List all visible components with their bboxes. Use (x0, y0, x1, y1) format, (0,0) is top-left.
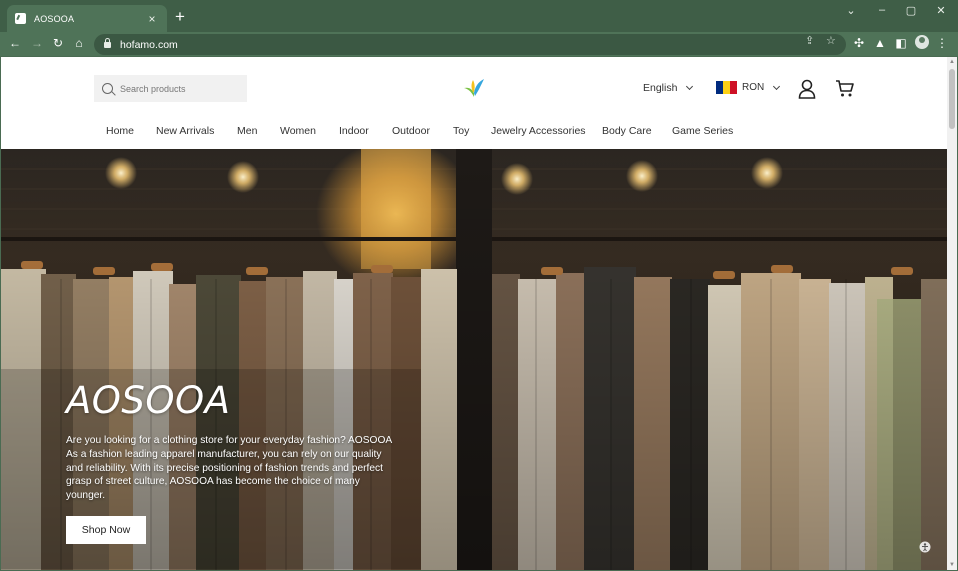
accessibility-icon[interactable] (919, 541, 931, 553)
nav-item-indoor[interactable]: Indoor (339, 125, 369, 137)
scrollbar-thumb[interactable] (949, 69, 955, 129)
browser-tab-strip: AOSOOA × + ⌄ – ▢ ✕ (0, 0, 958, 32)
account-user-icon[interactable] (798, 79, 816, 99)
site-logo[interactable] (463, 77, 485, 99)
nav-item-new-arrivals[interactable]: New Arrivals (156, 125, 214, 137)
nav-item-game-series[interactable]: Game Series (672, 125, 733, 137)
reload-icon[interactable]: ↻ (51, 36, 65, 50)
browser-menu-icon[interactable]: ⋮ (935, 36, 949, 50)
tab-search-chevron-icon[interactable]: ⌄ (844, 4, 858, 17)
nav-item-women[interactable]: Women (280, 125, 316, 137)
address-url: hofamo.com (120, 38, 178, 51)
hero-description: Are you looking for a clothing store for… (66, 435, 392, 502)
new-tab-button[interactable]: + (172, 8, 188, 25)
forward-icon[interactable]: → (30, 36, 44, 50)
search-icon (102, 83, 113, 94)
scroll-up-icon[interactable]: ▲ (949, 59, 955, 65)
site-favicon-icon (15, 13, 26, 24)
nav-item-men[interactable]: Men (237, 125, 257, 137)
bookmark-star-icon[interactable]: ☆ (826, 34, 836, 47)
chevron-down-icon (686, 82, 694, 91)
lock-icon (104, 37, 111, 48)
browser-toolbar: ← → ↻ ⌂ hofamo.com ⇪ ☆ ✣ ▲ ◧ ⋮ (0, 32, 958, 56)
extensions-puzzle-icon[interactable]: ✣ (852, 36, 866, 50)
shopping-cart-icon[interactable] (835, 79, 854, 98)
home-icon[interactable]: ⌂ (72, 36, 86, 50)
tab-title: AOSOOA (34, 13, 75, 24)
shop-now-button[interactable]: Shop Now (66, 516, 146, 544)
romania-flag-icon (716, 81, 737, 94)
page-viewport: English RON Home New Arrivals Men Women … (1, 57, 947, 570)
share-icon[interactable]: ⇪ (805, 34, 814, 47)
minimize-window-icon[interactable]: – (875, 4, 889, 16)
currency-label: RON (742, 82, 765, 93)
search-input[interactable] (120, 83, 240, 94)
profile-avatar-icon[interactable] (915, 35, 929, 49)
close-window-icon[interactable]: ✕ (934, 4, 948, 17)
hero-banner: AOSOOA Are you looking for a clothing st… (1, 149, 947, 570)
nav-item-toy[interactable]: Toy (453, 125, 469, 137)
side-panel-icon[interactable]: ◧ (894, 36, 908, 50)
close-tab-icon[interactable]: × (145, 12, 159, 26)
language-selector[interactable]: English (643, 82, 694, 94)
hero-title: AOSOOA (66, 379, 231, 422)
nav-item-jewelry-accessories[interactable]: Jewelry Accessories (491, 125, 586, 137)
labs-flask-icon[interactable]: ▲ (873, 36, 887, 50)
browser-tab[interactable]: AOSOOA × (7, 5, 167, 32)
language-label: English (643, 82, 678, 94)
nav-item-outdoor[interactable]: Outdoor (392, 125, 430, 137)
maximize-window-icon[interactable]: ▢ (904, 4, 918, 17)
nav-item-body-care[interactable]: Body Care (602, 125, 652, 137)
page-scrollbar[interactable]: ▲ ▼ (947, 57, 957, 570)
search-box[interactable] (94, 75, 247, 102)
scroll-down-icon[interactable]: ▼ (949, 562, 955, 568)
chevron-down-icon (773, 82, 781, 90)
main-navigation: Home New Arrivals Men Women Indoor Outdo… (1, 125, 947, 149)
currency-selector[interactable]: RON (716, 81, 781, 94)
address-bar[interactable]: hofamo.com (94, 34, 846, 55)
back-icon[interactable]: ← (8, 36, 22, 50)
nav-item-home[interactable]: Home (106, 125, 134, 137)
hero-background-image (1, 149, 947, 570)
